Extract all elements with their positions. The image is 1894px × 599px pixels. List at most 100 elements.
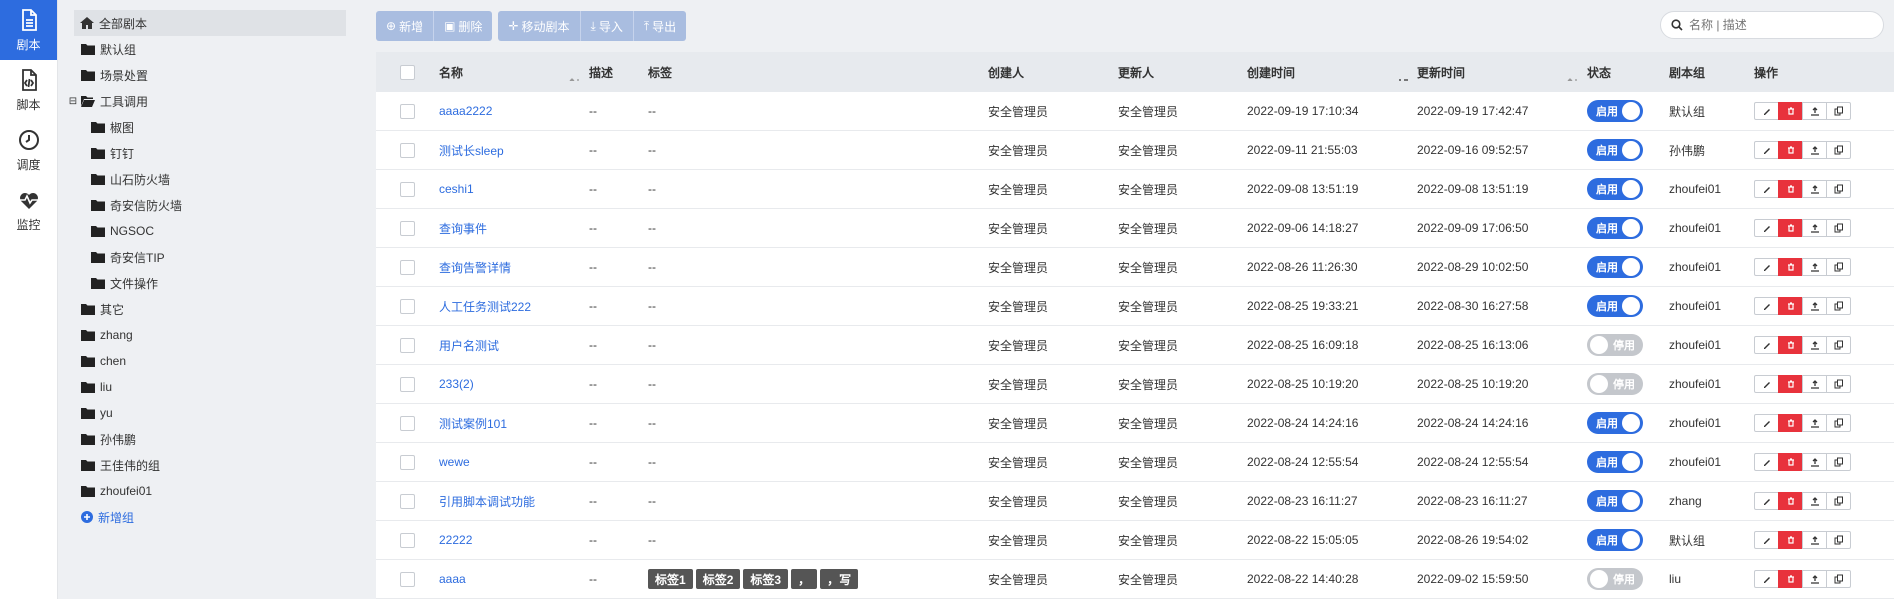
edit-button[interactable]	[1754, 492, 1779, 510]
row-checkbox[interactable]	[400, 259, 415, 275]
collapse-icon[interactable]: ⊟	[65, 96, 81, 107]
status-toggle[interactable]: 启用	[1587, 139, 1643, 161]
import-button[interactable]: ⤓ 导入	[580, 11, 634, 41]
export-button[interactable]	[1802, 570, 1827, 588]
status-toggle[interactable]: 启用	[1587, 178, 1643, 200]
export-button[interactable]	[1802, 453, 1827, 471]
copy-button[interactable]	[1826, 180, 1851, 198]
export-button[interactable]	[1802, 414, 1827, 432]
status-toggle[interactable]: 启用	[1587, 217, 1643, 239]
row-checkbox[interactable]	[400, 337, 415, 353]
row-checkbox[interactable]	[400, 181, 415, 197]
tree-subgroup[interactable]: 奇安信TIP	[75, 244, 358, 270]
playbook-name-link[interactable]: aaaa2222	[439, 104, 492, 118]
copy-button[interactable]	[1826, 492, 1851, 510]
playbook-name-link[interactable]: 233(2)	[439, 377, 474, 391]
tree-subgroup[interactable]: 文件操作	[75, 270, 358, 296]
row-checkbox[interactable]	[400, 415, 415, 431]
copy-button[interactable]	[1826, 531, 1851, 549]
status-toggle[interactable]: 停用	[1587, 373, 1643, 395]
delete-button[interactable]	[1778, 141, 1803, 159]
copy-button[interactable]	[1826, 414, 1851, 432]
tree-group[interactable]: zhoufei01	[75, 478, 358, 504]
playbook-name-link[interactable]: 引用脚本调试功能	[439, 495, 535, 509]
edit-button[interactable]	[1754, 141, 1779, 159]
delete-button[interactable]	[1778, 375, 1803, 393]
status-toggle[interactable]: 启用	[1587, 451, 1643, 473]
playbook-name-link[interactable]: 查询告警详情	[439, 261, 511, 275]
delete-button[interactable]	[1778, 258, 1803, 276]
row-checkbox[interactable]	[400, 532, 415, 548]
row-checkbox[interactable]	[400, 454, 415, 470]
status-toggle[interactable]: 启用	[1587, 529, 1643, 551]
playbook-name-link[interactable]: 人工任务测试222	[439, 300, 531, 314]
delete-button[interactable]	[1778, 336, 1803, 354]
copy-button[interactable]	[1826, 570, 1851, 588]
playbook-name-link[interactable]: aaaa	[439, 572, 466, 586]
tree-subgroup[interactable]: 奇安信防火墙	[75, 192, 358, 218]
tree-subgroup[interactable]: 钉钉	[75, 140, 358, 166]
nav-playbook[interactable]: 剧本	[0, 0, 57, 60]
edit-button[interactable]	[1754, 336, 1779, 354]
tree-group[interactable]: 场景处置	[75, 62, 358, 88]
copy-button[interactable]	[1826, 453, 1851, 471]
search-input[interactable]	[1689, 18, 1869, 32]
export-button[interactable]	[1802, 375, 1827, 393]
export-button[interactable]	[1802, 492, 1827, 510]
tree-group-tools[interactable]: ⊟ 工具调用	[59, 88, 358, 114]
add-button[interactable]: ⊕ 新增	[376, 11, 435, 41]
move-button[interactable]: ✛ 移动剧本	[498, 11, 581, 41]
tree-group[interactable]: yu	[75, 400, 358, 426]
export-button[interactable]	[1802, 531, 1827, 549]
nav-monitor[interactable]: 监控	[0, 180, 57, 240]
edit-button[interactable]	[1754, 180, 1779, 198]
copy-button[interactable]	[1826, 375, 1851, 393]
select-all-checkbox[interactable]	[400, 64, 415, 80]
delete-button[interactable]	[1778, 219, 1803, 237]
tree-group[interactable]: zhang	[75, 322, 358, 348]
header-utime[interactable]: 更新时间	[1417, 64, 1587, 81]
copy-button[interactable]	[1826, 336, 1851, 354]
playbook-name-link[interactable]: wewe	[439, 455, 470, 469]
header-name[interactable]: 名称	[439, 64, 589, 81]
header-ctime[interactable]: 创建时间	[1247, 64, 1417, 81]
edit-button[interactable]	[1754, 414, 1779, 432]
row-checkbox[interactable]	[400, 103, 415, 119]
playbook-name-link[interactable]: ceshi1	[439, 182, 474, 196]
search-box[interactable]	[1660, 11, 1884, 39]
nav-script[interactable]: 脚本	[0, 60, 57, 120]
edit-button[interactable]	[1754, 453, 1779, 471]
export-button[interactable]	[1802, 180, 1827, 198]
delete-button[interactable]	[1778, 180, 1803, 198]
delete-button[interactable]	[1778, 414, 1803, 432]
tree-subgroup[interactable]: 椒图	[75, 114, 358, 140]
playbook-name-link[interactable]: 查询事件	[439, 222, 487, 236]
copy-button[interactable]	[1826, 219, 1851, 237]
add-group-button[interactable]: 新增组	[75, 504, 358, 530]
tree-group[interactable]: 孙伟鹏	[75, 426, 358, 452]
delete-button[interactable]	[1778, 102, 1803, 120]
status-toggle[interactable]: 启用	[1587, 256, 1643, 278]
delete-button[interactable]: ▣ 删除	[434, 11, 493, 41]
row-checkbox[interactable]	[400, 493, 415, 509]
playbook-name-link[interactable]: 测试长sleep	[439, 144, 504, 158]
delete-button[interactable]	[1778, 492, 1803, 510]
copy-button[interactable]	[1826, 141, 1851, 159]
tree-group[interactable]: 王佳伟的组	[75, 452, 358, 478]
export-button[interactable]: ⤒ 导出	[633, 11, 687, 41]
delete-button[interactable]	[1778, 297, 1803, 315]
edit-button[interactable]	[1754, 297, 1779, 315]
copy-button[interactable]	[1826, 102, 1851, 120]
export-button[interactable]	[1802, 258, 1827, 276]
status-toggle[interactable]: 启用	[1587, 100, 1643, 122]
delete-button[interactable]	[1778, 570, 1803, 588]
status-toggle[interactable]: 停用	[1587, 568, 1643, 590]
status-toggle[interactable]: 启用	[1587, 295, 1643, 317]
status-toggle[interactable]: 启用	[1587, 412, 1643, 434]
delete-button[interactable]	[1778, 453, 1803, 471]
tree-root[interactable]: 全部剧本	[74, 10, 346, 36]
status-toggle[interactable]: 停用	[1587, 334, 1643, 356]
edit-button[interactable]	[1754, 219, 1779, 237]
copy-button[interactable]	[1826, 258, 1851, 276]
row-checkbox[interactable]	[400, 220, 415, 236]
